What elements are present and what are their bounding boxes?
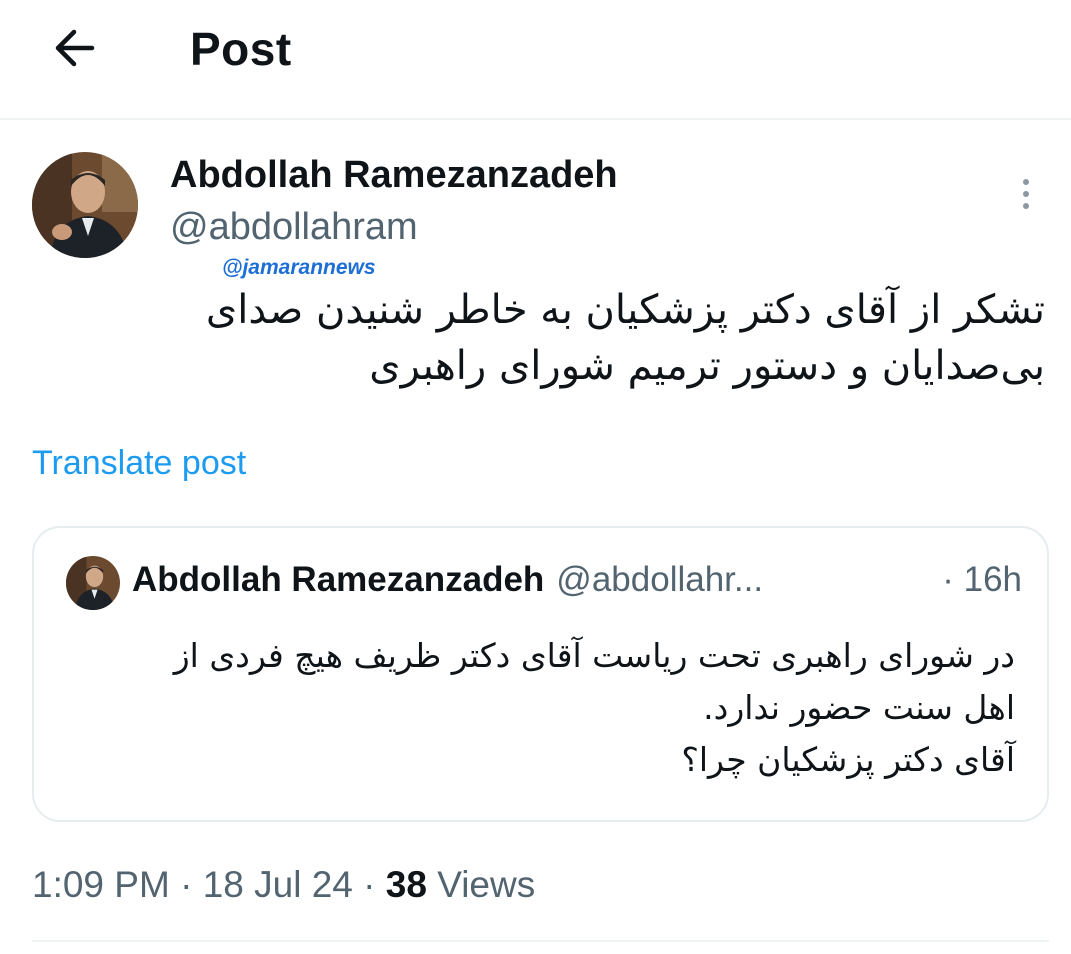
author-handle[interactable]: @abdollahram <box>170 206 418 249</box>
post-text-line: تشکر از آقای دکتر پزشکیان به خاطر شنیدن … <box>205 287 1045 333</box>
quoted-author-handle[interactable]: @abdollahr... <box>556 560 763 600</box>
quoted-post-time: · 16h <box>942 560 1022 599</box>
post-text: تشکر از آقای دکتر پزشکیان به خاطر شنیدن … <box>145 282 1045 394</box>
divider <box>32 940 1049 942</box>
quoted-text-line: اهل سنت حضور ندارد. <box>703 688 1015 727</box>
quoted-author-name[interactable]: Abdollah Ramezanzadeh <box>132 560 544 600</box>
post-time[interactable]: 1:09 PM <box>32 864 170 905</box>
quoted-post-text: در شورای راهبری تحت ریاست آقای دکتر ظریف… <box>75 630 1015 786</box>
arrow-left-icon <box>55 29 95 67</box>
quoted-post-card[interactable]: Abdollah Ramezanzadeh @abdollahr... · 16… <box>32 526 1049 822</box>
post-date[interactable]: 18 Jul 24 <box>203 864 353 905</box>
quoted-author-avatar[interactable] <box>66 556 120 610</box>
more-vertical-icon <box>1023 179 1029 185</box>
quoted-text-line: در شورای راهبری تحت ریاست آقای دکتر ظریف… <box>173 636 1015 675</box>
views-count: 38 <box>385 864 427 905</box>
watermark-text: @jamarannews <box>222 256 376 279</box>
meta-separator: · <box>180 864 193 905</box>
meta-separator: · <box>363 864 376 905</box>
page-title: Post <box>190 23 292 75</box>
translate-post-link[interactable]: Translate post <box>32 444 246 483</box>
quoted-post-header: Abdollah Ramezanzadeh @abdollahr... · 16… <box>132 560 1022 600</box>
author-name[interactable]: Abdollah Ramezanzadeh <box>170 154 618 197</box>
post-text-line: بی‌صدایان و دستور ترمیم شورای راهبری <box>369 343 1045 389</box>
post-meta: 1:09 PM · 18 Jul 24 · 38 Views <box>32 864 535 906</box>
back-button[interactable] <box>48 22 100 74</box>
author-avatar[interactable] <box>32 152 138 258</box>
quoted-text-line: آقای دکتر پزشکیان چرا؟ <box>681 740 1015 779</box>
views-label: Views <box>437 864 536 905</box>
more-options-button[interactable] <box>1008 172 1044 216</box>
top-bar: Post <box>0 0 1071 120</box>
